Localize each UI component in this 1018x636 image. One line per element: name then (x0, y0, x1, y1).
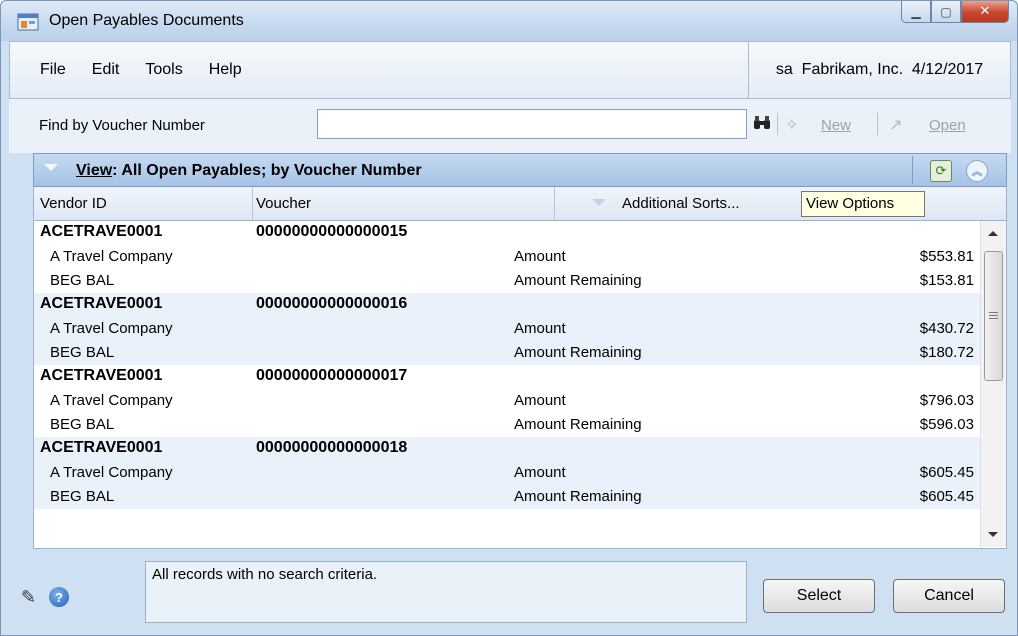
vendor-id-cell: ACETRAVE0001 (40, 295, 163, 312)
view-divider (912, 156, 913, 184)
amount-value-cell: $796.03 (919, 392, 974, 409)
record-header-row[interactable]: ACETRAVE0001 00000000000000017 (34, 365, 980, 389)
help-icon[interactable]: ? (49, 587, 69, 607)
view-dropdown-icon[interactable] (44, 164, 58, 171)
record-header-row[interactable]: ACETRAVE0001 00000000000000018 (34, 437, 980, 461)
vendor-id-cell: ACETRAVE0001 (40, 439, 163, 456)
vendor-id-cell: ACETRAVE0001 (40, 223, 163, 240)
amount-label-cell: Amount (514, 320, 566, 337)
amount-value-cell: $605.45 (919, 464, 974, 481)
col-additional-sorts[interactable]: Additional Sorts... (622, 195, 740, 212)
additional-sorts-dropdown-icon[interactable] (592, 199, 606, 206)
vendor-name-cell: A Travel Company (50, 392, 173, 409)
vertical-scrollbar[interactable] (980, 221, 1006, 547)
amount-remaining-label-cell: Amount Remaining (514, 344, 642, 361)
voucher-number-cell: 00000000000000018 (256, 439, 408, 456)
amount-label-cell: Amount (514, 464, 566, 481)
vendor-name-cell: A Travel Company (50, 248, 173, 265)
refresh-icon[interactable]: ⟳ (930, 160, 952, 182)
new-document-icon: ✧ (785, 115, 799, 134)
title-bar[interactable]: Open Payables Documents ▁ ▢ ✕ (1, 1, 1017, 41)
menu-help[interactable]: Help (196, 61, 255, 79)
table-row[interactable]: BEG BAL Amount Remaining $180.72 (34, 341, 980, 365)
find-bar: Find by Voucher Number ✧ New ↗ Open (9, 99, 1011, 153)
toolbar-separator (777, 113, 778, 135)
amount-value-cell: $553.81 (919, 248, 974, 265)
table-row[interactable]: BEG BAL Amount Remaining $153.81 (34, 269, 980, 293)
new-button[interactable]: New (821, 117, 851, 134)
document-description-cell: BEG BAL (50, 416, 115, 433)
menu-edit[interactable]: Edit (79, 61, 133, 79)
user-company-date: sa Fabrikam, Inc. 4/12/2017 (748, 42, 1010, 98)
table-row[interactable]: BEG BAL Amount Remaining $596.03 (34, 413, 980, 437)
payables-list[interactable]: ACETRAVE0001 00000000000000015 A Travel Co… (33, 221, 1007, 549)
minimize-button[interactable]: ▁ (901, 1, 931, 23)
vendor-name-cell: A Travel Company (50, 464, 173, 481)
table-row[interactable]: A Travel Company Amount $553.81 (34, 245, 980, 269)
amount-label-cell: Amount (514, 248, 566, 265)
menu-bar: File Edit Tools Help sa Fabrikam, Inc. 4… (9, 41, 1011, 99)
amount-label-cell: Amount (514, 392, 566, 409)
view-options-tooltip: View Options (801, 191, 925, 217)
amount-remaining-label-cell: Amount Remaining (514, 416, 642, 433)
menu-file[interactable]: File (10, 61, 79, 79)
binoculars-icon[interactable] (753, 115, 771, 135)
table-row[interactable]: A Travel Company Amount $605.45 (34, 461, 980, 485)
record-header-row[interactable]: ACETRAVE0001 00000000000000015 (34, 221, 980, 245)
voucher-number-cell: 00000000000000016 (256, 295, 408, 312)
voucher-number-cell: 00000000000000015 (256, 223, 408, 240)
view-description: : All Open Payables; by Voucher Number (112, 162, 422, 179)
amount-remaining-value-cell: $596.03 (919, 416, 974, 433)
column-separator (252, 187, 253, 220)
record-header-row[interactable]: ACETRAVE0001 00000000000000016 (34, 293, 980, 317)
col-vendor-id[interactable]: Vendor ID (40, 195, 107, 212)
double-chevron-up-icon[interactable]: ︽ (966, 160, 988, 182)
scroll-up-icon[interactable] (988, 231, 998, 236)
find-label: Find by Voucher Number (39, 117, 205, 134)
footer: ✎ ? All records with no search criteria.… (9, 549, 1011, 629)
status-message: All records with no search criteria. (145, 561, 747, 623)
vendor-id-cell: ACETRAVE0001 (40, 367, 163, 384)
voucher-number-cell: 00000000000000017 (256, 367, 408, 384)
select-button[interactable]: Select (763, 579, 875, 613)
close-icon: ✕ (979, 4, 991, 19)
column-separator (554, 187, 555, 220)
amount-value-cell: $430.72 (919, 320, 974, 337)
view-header: View: All Open Payables; by Voucher Numb… (33, 153, 1007, 187)
table-row[interactable]: BEG BAL Amount Remaining $605.45 (34, 485, 980, 509)
amount-remaining-value-cell: $605.45 (919, 488, 974, 505)
table-row[interactable]: A Travel Company Amount $430.72 (34, 317, 980, 341)
view-prefix: View (76, 162, 113, 179)
close-button[interactable]: ✕ (961, 1, 1009, 23)
document-description-cell: BEG BAL (50, 344, 115, 361)
table-row[interactable]: A Travel Company Amount $796.03 (34, 389, 980, 413)
open-button[interactable]: Open (929, 117, 966, 134)
amount-remaining-label-cell: Amount Remaining (514, 488, 642, 505)
view-title[interactable]: View: All Open Payables; by Voucher Numb… (76, 162, 422, 180)
open-folder-icon: ↗ (889, 115, 903, 134)
amount-remaining-value-cell: $153.81 (919, 272, 974, 289)
menu-tools[interactable]: Tools (132, 61, 195, 79)
grip-icon (989, 312, 998, 319)
open-payables-window: Open Payables Documents ▁ ▢ ✕ File Edit … (0, 0, 1018, 636)
note-icon[interactable]: ✎ (21, 587, 36, 608)
maximize-button[interactable]: ▢ (931, 1, 961, 23)
col-voucher[interactable]: Voucher (256, 195, 311, 212)
find-voucher-input[interactable] (317, 109, 747, 139)
window-controls: ▁ ▢ ✕ (901, 1, 1009, 23)
maximize-icon: ▢ (940, 4, 952, 19)
scroll-down-icon[interactable] (988, 532, 998, 537)
amount-remaining-label-cell: Amount Remaining (514, 272, 642, 289)
document-description-cell: BEG BAL (50, 488, 115, 505)
window-title: Open Payables Documents (49, 12, 244, 29)
amount-remaining-value-cell: $180.72 (919, 344, 974, 361)
app-window-icon (17, 13, 39, 31)
toolbar-separator (877, 113, 878, 135)
cancel-button[interactable]: Cancel (893, 579, 1005, 613)
minimize-icon: ▁ (911, 4, 921, 19)
scroll-thumb[interactable] (984, 251, 1003, 381)
document-description-cell: BEG BAL (50, 272, 115, 289)
vendor-name-cell: A Travel Company (50, 320, 173, 337)
menu-items: File Edit Tools Help (10, 42, 255, 98)
